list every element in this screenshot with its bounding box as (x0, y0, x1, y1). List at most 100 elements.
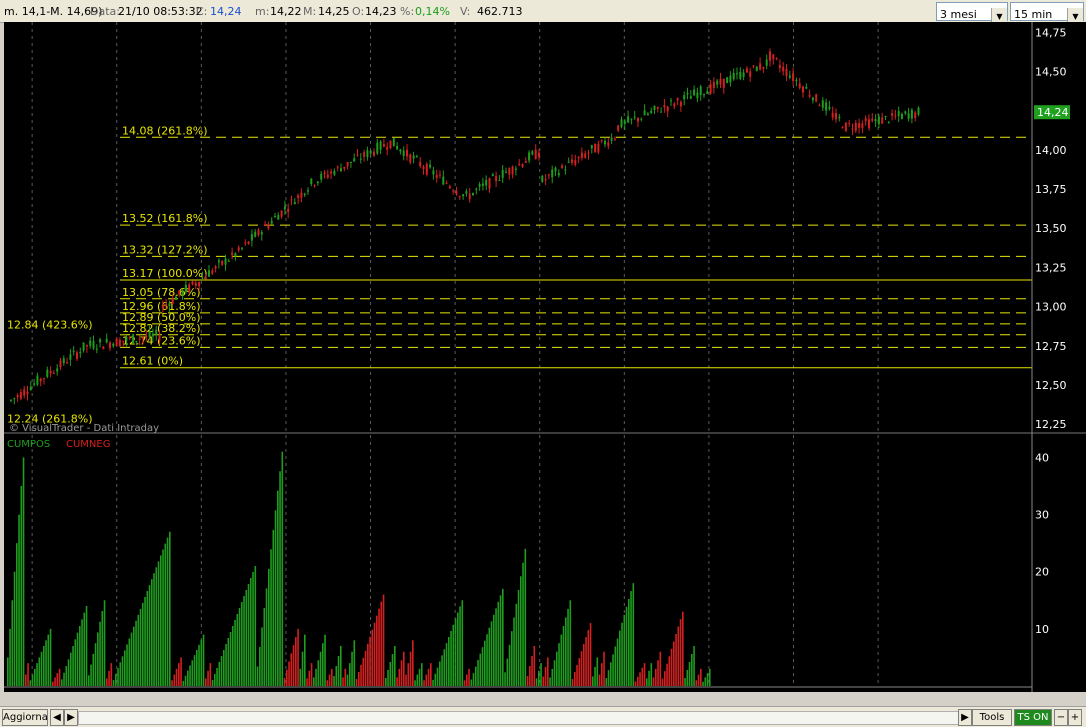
candle-body (528, 152, 531, 161)
oscillator-bar (220, 656, 223, 686)
oscillator-bar (283, 677, 286, 686)
oscillator-bar (659, 651, 662, 686)
oscillator-bar (387, 670, 389, 686)
candle-body (455, 191, 458, 195)
oscillator-bar (389, 662, 392, 686)
candle-body (109, 342, 111, 349)
candle-body (171, 297, 174, 304)
oscillator-bar (169, 531, 171, 686)
interval-select[interactable]: 15 min ▼ (1010, 2, 1084, 25)
extension-label: 12.84 (423.6%) (7, 319, 93, 332)
oscillator-bar (178, 663, 180, 686)
oscillator-bar (25, 674, 27, 686)
candle-body (115, 338, 118, 347)
oscillator-bar (160, 555, 162, 686)
oscillator-bar (11, 600, 14, 686)
oscillator-bar (376, 615, 378, 686)
candle-body (415, 156, 418, 158)
oscillator-bar (533, 646, 536, 686)
candle-body (237, 247, 240, 251)
candle-body (703, 94, 705, 96)
candle-body (877, 116, 880, 125)
scroll-left-button[interactable]: ◀ (50, 709, 64, 726)
scroll-right-button[interactable]: ▶ (64, 709, 78, 726)
fib-level-label: 13.32 (127.2%) (122, 243, 208, 256)
candle-body (300, 192, 303, 198)
candle-body (805, 86, 808, 89)
chart-svg[interactable]: 14.08 (261.8%) 13.52 (161.8%) 13.32 (127.2… (4, 22, 1086, 692)
oscillator-bar (126, 644, 128, 686)
oscillator-bar (553, 660, 556, 686)
oscillator-bar (623, 614, 626, 686)
candle-body (89, 340, 92, 346)
candle-body (336, 166, 339, 168)
oscillator-bar (252, 572, 254, 686)
oscillator-bar (430, 663, 432, 686)
oscillator-bar (40, 651, 43, 686)
oscillator-bar (22, 457, 25, 686)
candle-body (402, 150, 405, 156)
oscillator-bar (142, 602, 144, 686)
ts-on-button[interactable]: TS ON (1014, 709, 1052, 726)
legend-cumneg: CUMNEG (66, 439, 110, 450)
y-tick-label: 13,00 (1035, 301, 1067, 314)
oscillator-bar (574, 672, 576, 686)
candle-body (432, 170, 435, 175)
candle-body (161, 305, 164, 308)
oscillator-bar (405, 674, 407, 686)
horizontal-scrollbar[interactable] (78, 711, 1010, 725)
candle-body (590, 145, 593, 149)
chart-area[interactable]: 14.08 (261.8%) 13.52 (161.8%) 13.32 (127.2… (4, 22, 1086, 692)
candle-body (676, 98, 679, 101)
zoom-out-button[interactable]: − (1054, 709, 1068, 726)
oscillator-bar (322, 643, 324, 686)
candle-body (858, 123, 861, 128)
candle-body (897, 111, 900, 117)
oscillator-bar (398, 668, 401, 686)
candle-body (392, 138, 395, 147)
oscillator-bar (315, 668, 317, 686)
candle-body (158, 335, 161, 341)
oscillator-bar (619, 630, 621, 686)
oscillator-bar (448, 637, 450, 686)
oscillator-bar (355, 678, 358, 686)
oscillator-bar (688, 662, 691, 686)
oscillator-bar (106, 678, 108, 686)
candle-body (864, 118, 867, 122)
oscillator-bar (99, 621, 101, 686)
candle-body (234, 253, 237, 257)
y-tick-label: 14,75 (1035, 26, 1067, 39)
oscillator-bar (371, 629, 374, 686)
candle-body (409, 154, 412, 163)
oscillator-bar (360, 664, 362, 686)
percent-value: 0,14% (415, 5, 450, 18)
oscillator-bar (18, 514, 20, 686)
oscillator-bar (625, 606, 628, 686)
candle-body (102, 346, 105, 350)
zoom-in-button[interactable]: + (1068, 709, 1082, 726)
candle-body (422, 166, 425, 169)
oscillator-bar (326, 680, 329, 686)
candle-body (59, 360, 62, 368)
candle-body (838, 116, 841, 119)
oscillator-bar (133, 626, 135, 686)
aggiorna-button[interactable]: Aggiorna (2, 709, 48, 726)
candle-body (468, 193, 471, 200)
scroll-end-button[interactable]: ▶ (958, 709, 972, 726)
oscillator-bar (81, 619, 83, 686)
candle-body (828, 106, 831, 110)
candle-body (712, 81, 715, 89)
period-select[interactable]: 3 mesi ▼ (936, 2, 1008, 25)
oscillator-bar (137, 614, 140, 686)
oscillator-bar (103, 600, 106, 686)
candle-body (620, 119, 623, 128)
candle-body (544, 179, 547, 181)
oscillator-bar (670, 648, 673, 686)
candle-body (145, 335, 148, 338)
oscillator-bar (423, 680, 425, 686)
candle-body (211, 270, 214, 274)
candle-body (656, 106, 659, 109)
tools-button[interactable]: Tools (972, 709, 1012, 726)
oscillator-bar (254, 566, 257, 686)
y-tick-label: 20 (1035, 566, 1049, 579)
